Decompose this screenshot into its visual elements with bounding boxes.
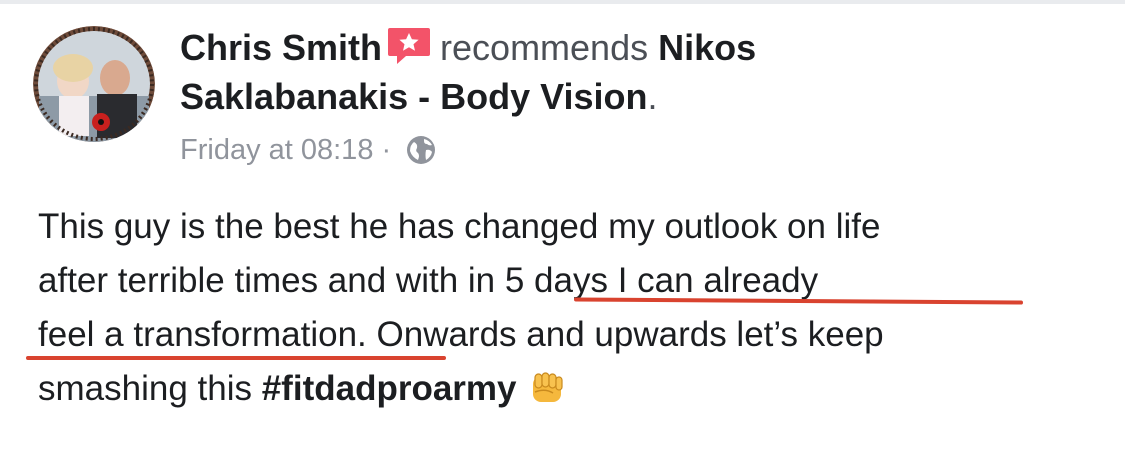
body-line: This guy is the best he has changed my o…: [38, 207, 881, 246]
body-line: smashing this #fitdadproarmy: [38, 362, 1113, 424]
globe-icon[interactable]: [405, 134, 437, 177]
meta-separator: ·: [381, 134, 392, 166]
timestamp[interactable]: Friday at 08:18: [180, 134, 373, 166]
body-text-segment: after terrible times and with: [38, 261, 468, 300]
body-line: feel a transformation. Onwards and upwar…: [38, 308, 1113, 362]
post-body: This guy is the best he has changed my o…: [38, 200, 1113, 424]
hashtag-link[interactable]: #fitdadproarmy: [262, 369, 517, 408]
highlighted-text: feel a transformation.: [38, 315, 367, 354]
avatar[interactable]: [33, 26, 155, 142]
author-name[interactable]: Chris Smith: [180, 27, 382, 68]
post-header-line-2: Saklabanakis - Body Vision.: [180, 75, 658, 119]
top-divider: [0, 0, 1125, 4]
header-period: .: [647, 76, 658, 117]
body-text-segment: Onwards and upwards let’s keep: [366, 315, 884, 354]
recommends-verb: recommends: [440, 27, 649, 68]
post-meta: Friday at 08:18 ·: [180, 130, 437, 177]
post-header-line-1: Chris Smith recommends Nikos: [180, 26, 756, 76]
highlight-underline: [26, 356, 446, 360]
star-speech-bubble-icon: [386, 26, 432, 76]
highlighted-text: in 5 days I can already: [467, 261, 819, 300]
body-text-segment: smashing this: [38, 369, 262, 408]
page-name[interactable]: Nikos: [658, 27, 756, 68]
fist-emoji-icon: [527, 368, 567, 424]
page-name-continued[interactable]: Saklabanakis - Body Vision: [180, 76, 648, 117]
